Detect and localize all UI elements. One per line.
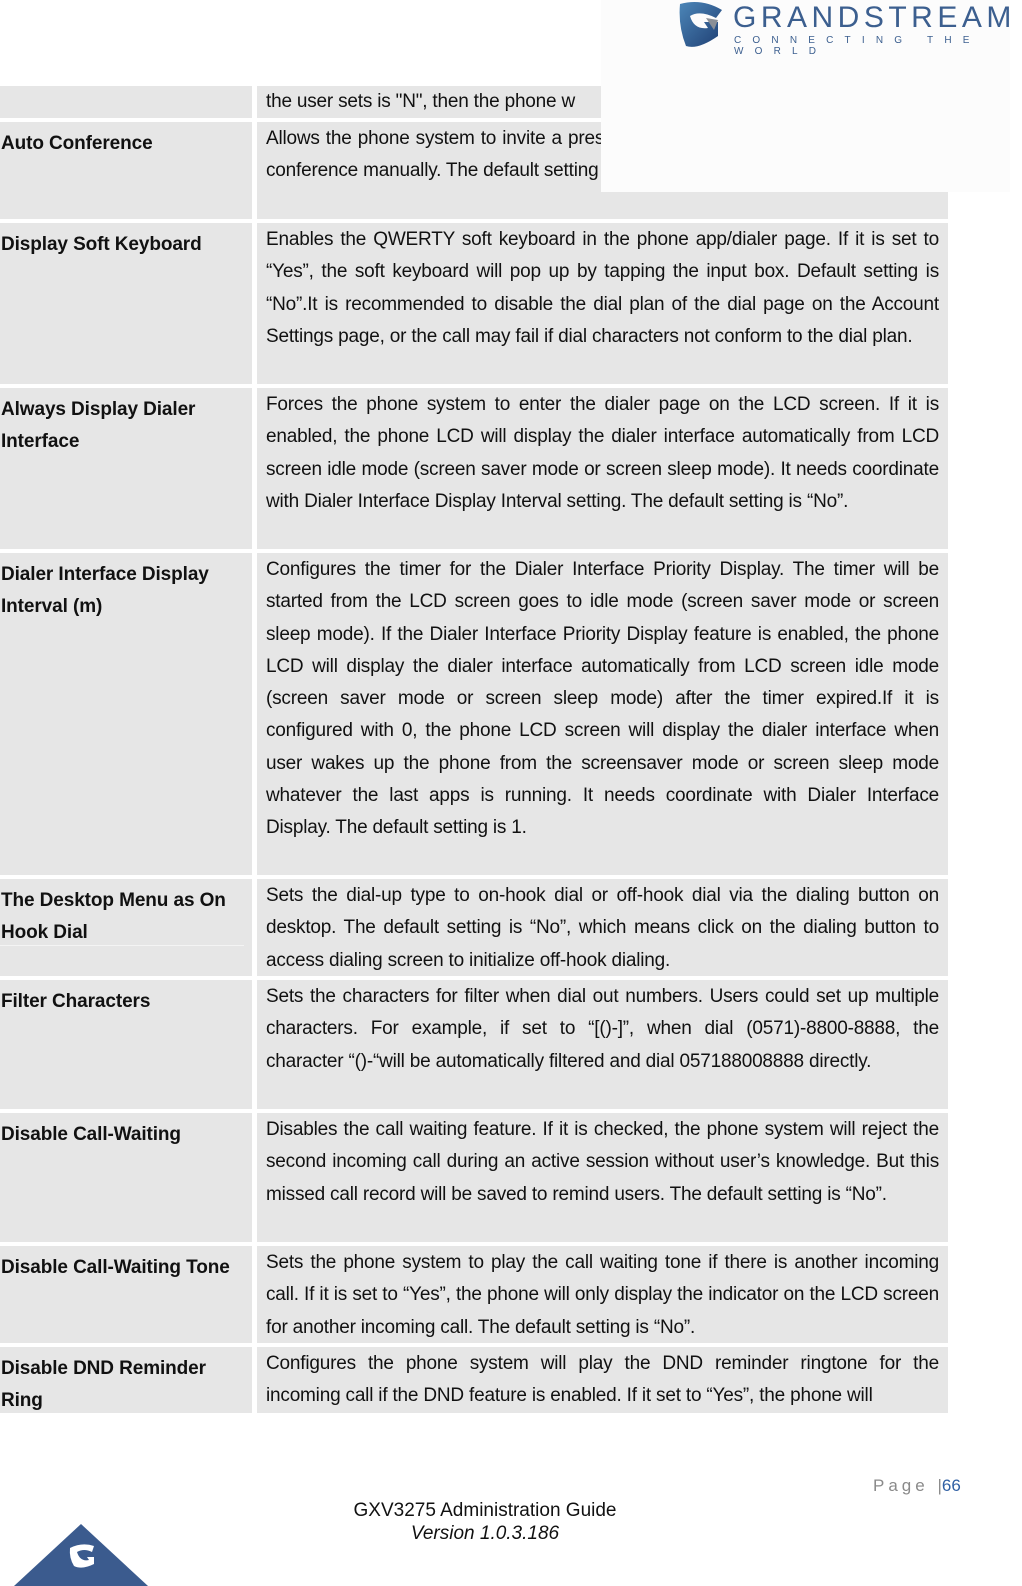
setting-description: Sets the dial-up type to on-hook dial or… (257, 879, 948, 976)
setting-description: Enables the QWERTY soft keyboard in the … (257, 223, 948, 384)
setting-name: Filter Characters (0, 980, 252, 1109)
footer-logo-icon (14, 1524, 148, 1586)
setting-description: Forces the phone system to enter the dia… (257, 388, 948, 549)
grandstream-logo-icon (679, 2, 722, 47)
brand-name: GRANDSTREAM (733, 1, 1016, 34)
table-row: The Desktop Menu as On Hook Dial Sets th… (0, 879, 948, 976)
page-indicator: Page |66 (873, 1476, 961, 1496)
setting-description: Sets the characters for filter when dial… (257, 980, 948, 1109)
table-row: Disable Call-Waiting Tone Sets the phone… (0, 1246, 948, 1343)
header-logo-area: GRANDSTREAM CONNECTING THE WORLD (601, 0, 1011, 192)
table-row: Dialer Interface Display Interval (m) Co… (0, 553, 948, 875)
page-label: Page (873, 1476, 929, 1495)
document-title: GXV3275 Administration Guide (353, 1500, 617, 1521)
setting-name: Disable Call-Waiting (0, 1113, 252, 1242)
setting-description: Sets the phone system to play the call w… (257, 1246, 948, 1343)
setting-name: Disable DND Reminder Ring (0, 1347, 252, 1413)
setting-name-text: The Desktop Menu as On Hook Dial (1, 890, 226, 944)
table-row: Display Soft Keyboard Enables the QWERTY… (0, 223, 948, 384)
setting-name: Display Soft Keyboard (0, 223, 252, 384)
setting-description: Configures the timer for the Dialer Inte… (257, 553, 948, 875)
setting-description: Configures the phone system will play th… (257, 1347, 948, 1413)
setting-name: Always Display Dialer Interface (0, 388, 252, 549)
setting-name: Auto Conference (0, 122, 252, 219)
table-row: Filter Characters Sets the characters fo… (0, 980, 948, 1109)
page-number: 66 (941, 1476, 961, 1495)
brand-tagline: CONNECTING THE WORLD (734, 35, 981, 57)
setting-name: Dialer Interface Display Interval (m) (0, 553, 252, 875)
setting-description: Disables the call waiting feature. If it… (257, 1113, 948, 1242)
table-row: Disable DND Reminder Ring Configures the… (0, 1347, 948, 1413)
table-row: Disable Call-Waiting Disables the call w… (0, 1113, 948, 1242)
settings-table: the user sets is "N", then the phone w A… (0, 86, 948, 1417)
table-row: Always Display Dialer Interface Forces t… (0, 388, 948, 549)
setting-name: The Desktop Menu as On Hook Dial (0, 879, 252, 976)
setting-name (0, 86, 252, 118)
setting-name: Disable Call-Waiting Tone (0, 1246, 252, 1343)
divider (0, 945, 244, 946)
